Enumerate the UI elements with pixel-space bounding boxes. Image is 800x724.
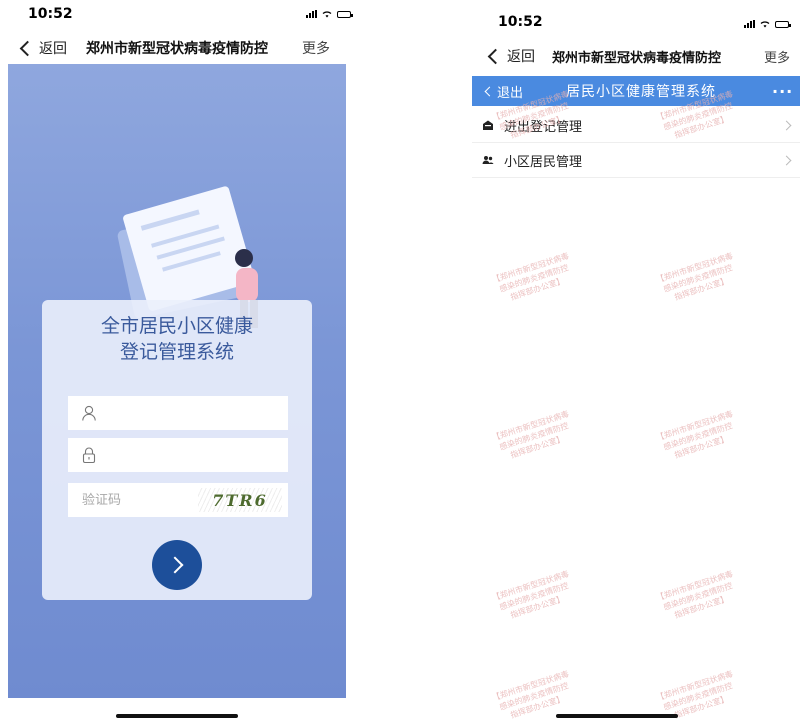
watermark-text: 【郑州市新型冠状病毒 感染的肺炎疫情防控 指挥部办公室】 [655,409,735,460]
signal-icon [306,10,317,18]
watermark-text: 【郑州市新型冠状病毒 感染的肺炎疫情防控 指挥部办公室】 [491,409,571,460]
nav-title: 郑州市新型冠状病毒疫情防控 [552,50,722,66]
captcha-input[interactable] [80,491,194,509]
username-input[interactable] [98,404,212,422]
status-icons [744,20,791,28]
user-icon [82,405,96,421]
wifi-icon [760,21,770,28]
chevron-right-icon [781,120,792,130]
status-icons [306,10,353,18]
password-input[interactable] [98,446,212,464]
menu-item-residents[interactable]: 小区居民管理 [472,143,800,178]
signal-icon [744,20,755,28]
chevron-right-icon [166,556,184,574]
menu-item-label: 小区居民管理 [504,154,583,170]
login-background: 全市居民小区健康 登记管理系统 7TR6 [8,64,346,698]
login-submit-button[interactable] [152,540,202,590]
building-icon [483,120,493,130]
chevron-right-icon [781,155,792,165]
menu-screen: 10:52 返回 郑州市新型冠状病毒疫情防控 更多 退出 居民小区健康管理系统 … [472,0,800,724]
watermark-text: 【郑州市新型冠状病毒 感染的肺炎疫情防控 指挥部办公室】 [491,251,571,302]
more-button[interactable]: 更多 [302,38,330,58]
status-time: 10:52 [498,14,543,30]
captcha-field[interactable]: 7TR6 [68,483,288,517]
home-indicator [556,714,678,718]
battery-icon [775,21,791,28]
nav-bar: 返回 郑州市新型冠状病毒疫情防控 更多 [472,40,800,72]
status-bar: 10:52 [0,0,360,32]
people-icon [482,156,494,164]
app-header: 退出 居民小区健康管理系统 ··· [472,76,800,106]
wifi-icon [322,11,332,18]
back-button[interactable]: 返回 [19,38,67,58]
watermark-text: 【郑州市新型冠状病毒 感染的肺炎疫情防控 指挥部办公室】 [655,251,735,302]
back-label: 返回 [39,41,67,57]
more-menu-button[interactable]: ··· [772,82,793,101]
watermark-text: 【郑州市新型冠状病毒 感染的肺炎疫情防控 指挥部办公室】 [655,569,735,620]
back-label: 返回 [507,49,535,65]
login-title-line1: 全市居民小区健康 [100,315,253,337]
nav-title: 郑州市新型冠状病毒疫情防控 [86,41,268,57]
app-title: 居民小区健康管理系统 [566,84,716,100]
login-screen: 10:52 返回 郑州市新型冠状病毒疫情防控 更多 全市居民小区健康 登记管理系… [0,0,360,724]
captcha-image[interactable]: 7TR6 [198,488,282,512]
more-button[interactable]: 更多 [764,47,790,66]
lock-icon [82,447,96,464]
username-field[interactable] [68,396,288,430]
status-time: 10:52 [28,6,73,22]
chevron-left-icon [484,86,495,96]
exit-label: 退出 [497,85,524,101]
chevron-left-icon [487,48,504,64]
status-bar: 10:52 [472,0,800,32]
exit-button[interactable]: 退出 [484,82,524,101]
nav-bar: 返回 郑州市新型冠状病毒疫情防控 更多 [0,32,360,64]
login-title-line2: 登记管理系统 [119,341,234,363]
login-card: 全市居民小区健康 登记管理系统 7TR6 [42,300,312,600]
back-button[interactable]: 返回 [487,46,535,66]
battery-icon [337,11,353,18]
watermark-text: 【郑州市新型冠状病毒 感染的肺炎疫情防控 指挥部办公室】 [491,569,571,620]
home-indicator [116,714,238,718]
chevron-left-icon [19,40,36,56]
password-field[interactable] [68,438,288,472]
